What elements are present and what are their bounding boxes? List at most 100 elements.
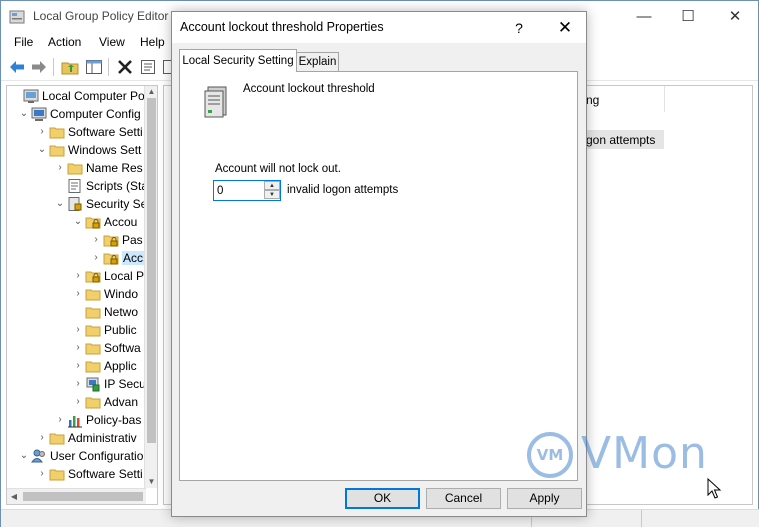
locked-folder-icon <box>103 235 119 247</box>
minimize-button[interactable]: — <box>621 1 667 32</box>
cancel-button[interactable]: Cancel <box>426 488 501 509</box>
chevron-right-icon[interactable]: › <box>53 411 67 429</box>
folder-icon <box>49 145 65 157</box>
spin-up-arrow-icon[interactable]: ▲ <box>264 181 280 190</box>
tree-item[interactable]: Netwo <box>71 303 138 321</box>
menu-view[interactable]: View <box>99 35 125 49</box>
scroll-down-arrow-icon[interactable]: ▼ <box>145 476 157 488</box>
tree-item[interactable]: › Pas <box>89 231 142 249</box>
tree-item[interactable]: › Advan <box>71 393 138 411</box>
watermark-badge: VM <box>527 432 573 478</box>
close-button[interactable]: ✕ <box>712 1 758 32</box>
tree-item-label: Local Computer Polic <box>42 89 157 103</box>
scripts-icon <box>68 179 81 193</box>
tab-explain[interactable]: Explain <box>297 52 339 71</box>
chevron-down-icon[interactable]: ⌄ <box>17 105 31 123</box>
chevron-down-icon[interactable]: ⌄ <box>35 141 49 159</box>
tree-item[interactable]: › Acc <box>89 249 145 267</box>
folder-icon <box>85 307 101 319</box>
forward-arrow-icon[interactable] <box>30 58 48 76</box>
chevron-right-icon[interactable]: › <box>71 393 85 411</box>
back-arrow-icon[interactable] <box>8 58 26 76</box>
tree-item[interactable]: › Applic <box>71 357 137 375</box>
tree-item[interactable]: › IP Secu <box>71 375 146 393</box>
properties-icon[interactable] <box>139 58 157 76</box>
properties-dialog: Account lockout threshold Properties ? ✕… <box>171 11 587 517</box>
chevron-right-icon[interactable]: › <box>35 429 49 447</box>
tree-item-label: Accou <box>104 215 138 229</box>
tree-item[interactable]: ⌄ Accou <box>71 213 138 231</box>
tree-item[interactable]: › Windo <box>71 285 138 303</box>
chevron-right-icon[interactable]: › <box>53 159 67 177</box>
chevron-right-icon[interactable]: › <box>71 321 85 339</box>
server-policy-icon <box>204 86 227 118</box>
tree-item[interactable]: › Software Setti <box>35 123 142 141</box>
tree-hscroll-thumb[interactable] <box>23 492 143 501</box>
tree-item[interactable]: › Local P <box>71 267 144 285</box>
folder-icon <box>85 361 101 373</box>
dialog-close-button[interactable]: ✕ <box>542 14 588 42</box>
show-hide-tree-icon[interactable] <box>85 58 103 76</box>
chevron-down-icon[interactable]: ⌄ <box>53 195 67 213</box>
tree-horizontal-scrollbar[interactable]: ◀ <box>7 488 146 504</box>
tree-item[interactable]: ⌄ User Configuratio <box>17 447 144 465</box>
chevron-right-icon[interactable]: › <box>35 123 49 141</box>
tree-item[interactable]: › Policy-bas <box>53 411 141 429</box>
tree-item[interactable]: ⌄ Security Se <box>53 195 147 213</box>
tree-scroll-thumb[interactable] <box>147 98 156 443</box>
dialog-title: Account lockout threshold Properties <box>180 20 384 34</box>
chevron-right-icon[interactable]: › <box>35 465 49 483</box>
tree-item[interactable]: ⌄ Windows Sett <box>35 141 142 159</box>
spin-down-arrow-icon[interactable]: ▼ <box>264 190 280 199</box>
locked-folder-icon <box>103 253 119 265</box>
chevron-right-icon[interactable]: › <box>71 357 85 375</box>
tree-item-label: Acc <box>122 251 145 265</box>
tree-item-label: Software Setti <box>68 467 143 481</box>
chevron-down-icon[interactable]: ⌄ <box>71 213 85 231</box>
tree-item[interactable]: › Softwa <box>71 339 140 357</box>
scroll-up-arrow-icon[interactable]: ▲ <box>145 86 157 98</box>
tree-item-label: Scripts (Sta <box>86 179 149 193</box>
chevron-right-icon[interactable]: › <box>71 339 85 357</box>
chevron-right-icon[interactable]: › <box>71 285 85 303</box>
tree-item-label: Security Se <box>86 197 148 211</box>
delete-icon[interactable] <box>116 58 134 76</box>
column-divider <box>664 86 665 112</box>
threshold-input[interactable] <box>214 181 264 200</box>
tree-vertical-scrollbar[interactable]: ▲ ▼ <box>144 86 157 488</box>
tree-item[interactable]: Scripts (Sta <box>53 177 148 195</box>
folder-icon <box>67 163 83 175</box>
tree-item[interactable]: Local Computer Polic <box>9 87 156 105</box>
folder-icon <box>85 325 101 337</box>
chevron-right-icon[interactable]: › <box>89 249 103 267</box>
menu-help[interactable]: Help <box>140 35 165 49</box>
tree-item[interactable]: › Public <box>71 321 136 339</box>
chevron-right-icon[interactable]: › <box>71 375 85 393</box>
tab-local-security-setting[interactable]: Local Security Setting <box>179 49 297 72</box>
ok-button[interactable]: OK <box>345 488 420 509</box>
status-divider <box>641 510 642 527</box>
folder-icon <box>49 469 65 481</box>
security-setting-column-header[interactable]: ng <box>586 93 599 107</box>
tree-item[interactable]: › Name Res <box>53 159 142 177</box>
chevron-down-icon[interactable]: ⌄ <box>17 447 31 465</box>
help-button[interactable]: ? <box>505 17 533 39</box>
chart-icon <box>68 416 82 428</box>
menu-file[interactable]: File <box>14 35 33 49</box>
threshold-spinbox[interactable]: ▲ ▼ <box>213 180 281 201</box>
console-tree[interactable]: Local Computer Polic ⌄ Computer Config › Sof… <box>6 85 158 505</box>
tree-item-label: IP Secu <box>104 377 146 391</box>
chevron-right-icon[interactable]: › <box>89 231 103 249</box>
chevron-right-icon[interactable]: › <box>71 267 85 285</box>
tree-item[interactable]: ⌄ Computer Config <box>17 105 141 123</box>
computer-policy-icon <box>23 89 39 103</box>
menu-action[interactable]: Action <box>48 35 81 49</box>
up-folder-icon[interactable] <box>61 58 79 76</box>
tree-item[interactable]: › Administrativ <box>35 429 136 447</box>
watermark-text: VMon <box>581 428 708 479</box>
apply-button[interactable]: Apply <box>507 488 582 509</box>
maximize-button[interactable]: ☐ <box>665 1 711 32</box>
scroll-left-arrow-icon[interactable]: ◀ <box>7 489 21 504</box>
tree-item-label: Applic <box>104 359 137 373</box>
tree-item[interactable]: › Software Setti <box>35 465 143 483</box>
